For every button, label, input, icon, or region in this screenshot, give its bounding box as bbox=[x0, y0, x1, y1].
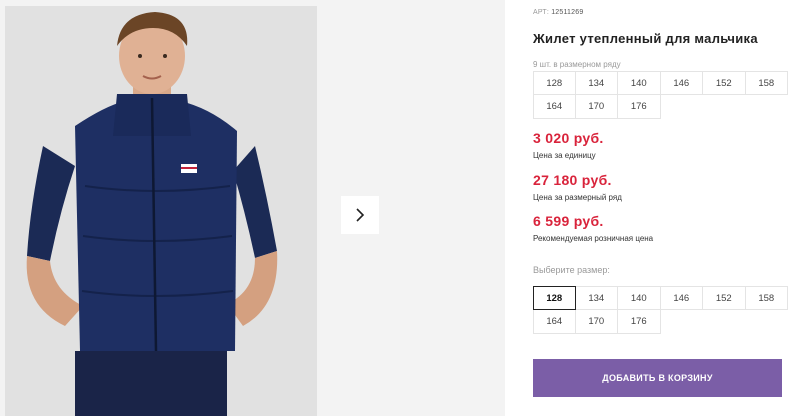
size-row-grid: 128 134 140 146 152 158 164 170 176 bbox=[533, 71, 788, 119]
product-photo bbox=[5, 6, 317, 416]
unit-price-label: Цена за единицу bbox=[533, 151, 596, 160]
size-option[interactable]: 140 bbox=[618, 286, 661, 310]
chevron-right-icon bbox=[356, 208, 365, 222]
size-row-cell: 146 bbox=[660, 71, 703, 95]
size-row-cell: 140 bbox=[618, 71, 661, 95]
size-row-cell: 158 bbox=[745, 71, 788, 95]
choose-size-label: Выберите размер: bbox=[533, 265, 610, 275]
next-image-button[interactable] bbox=[341, 196, 379, 234]
article-number: АРТ: 12511269 bbox=[533, 9, 583, 16]
row-price: 27 180 руб. bbox=[533, 172, 612, 188]
size-row-cell: 170 bbox=[575, 95, 618, 119]
unit-price: 3 020 руб. bbox=[533, 130, 604, 146]
retail-price: 6 599 руб. bbox=[533, 213, 604, 229]
article-value: 12511269 bbox=[551, 9, 584, 16]
size-option[interactable]: 146 bbox=[660, 286, 703, 310]
size-row-cell: 134 bbox=[575, 71, 618, 95]
size-selector: 128 134 140 146 152 158 164 170 176 bbox=[533, 286, 788, 334]
product-page: АРТ: 12511269 Жилет утепленный для мальч… bbox=[0, 0, 800, 416]
size-option[interactable]: 170 bbox=[575, 310, 618, 334]
size-row-cell: 128 bbox=[533, 71, 576, 95]
product-gallery bbox=[0, 0, 505, 416]
size-option[interactable]: 134 bbox=[575, 286, 618, 310]
size-option[interactable]: 158 bbox=[745, 286, 788, 310]
size-row-cell: 176 bbox=[618, 95, 661, 119]
product-title: Жилет утепленный для мальчика bbox=[533, 31, 758, 46]
row-count-text: 9 шт. в размерном ряду bbox=[533, 60, 621, 69]
article-label: АРТ: bbox=[533, 9, 550, 16]
size-option-selected[interactable]: 128 bbox=[533, 286, 576, 310]
size-option[interactable]: 164 bbox=[533, 310, 576, 334]
row-price-label: Цена за размерный ряд bbox=[533, 193, 622, 202]
add-to-cart-button[interactable]: ДОБАВИТЬ В КОРЗИНУ bbox=[533, 359, 782, 397]
size-row-cell: 164 bbox=[533, 95, 576, 119]
size-option[interactable]: 176 bbox=[618, 310, 661, 334]
retail-price-label: Рекомендуемая розничная цена bbox=[533, 234, 654, 243]
size-option[interactable]: 152 bbox=[703, 286, 746, 310]
size-row-cell: 152 bbox=[703, 71, 746, 95]
